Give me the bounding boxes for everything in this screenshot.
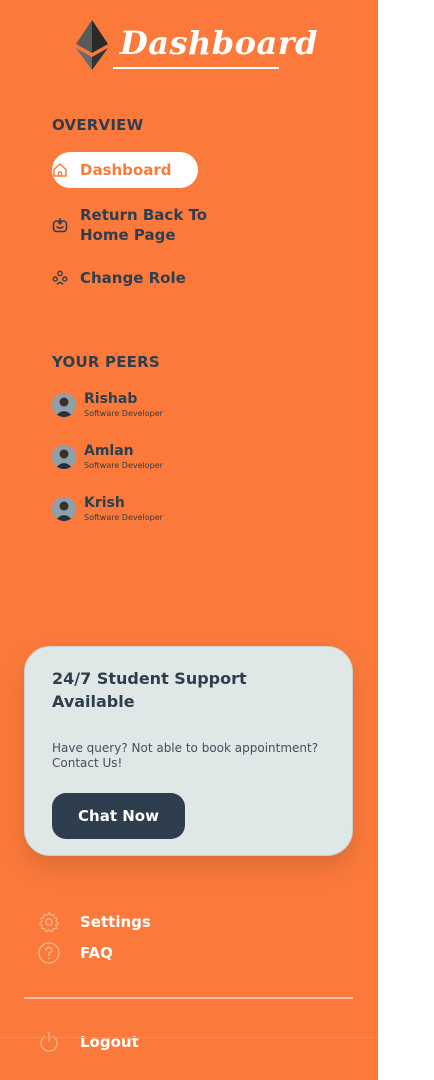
brand-title: Dashboard [120,24,318,62]
ethereum-diamond-icon [76,20,108,70]
users-group-icon [52,270,68,285]
avatar [52,445,76,469]
support-title: 24/7 Student Support Available [52,669,247,711]
peer-name: Rishab [84,391,138,407]
nav-change-role[interactable]: Change Role [52,269,186,287]
nav-dashboard[interactable]: Dashboard [52,152,198,188]
nav-return-home[interactable]: Return Back To Home Page [52,205,210,245]
support-card: 24/7 Student Support Available Have quer… [24,646,353,856]
nav-dashboard-label: Dashboard [80,161,172,179]
help-circle-icon [38,942,60,964]
peer-item-krish[interactable]: Krish Software Developer [52,495,163,524]
chat-now-button[interactable]: Chat Now [52,793,185,839]
nav-change-role-label: Change Role [80,269,186,287]
peers-heading: YOUR PEERS [52,353,160,371]
avatar [52,393,76,417]
peer-role: Software Developer [84,409,163,418]
power-icon [40,1032,58,1052]
settings-link[interactable]: Settings [38,911,151,933]
overview-heading: OVERVIEW [52,116,144,134]
logout-link[interactable]: Logout [38,1031,139,1053]
inbox-return-icon [52,218,68,233]
sidebar: Dashboard OVERVIEW Dashboard Return Back… [0,0,378,1080]
faq-label: FAQ [80,944,113,962]
bottom-divider [0,1037,378,1038]
divider [24,997,353,999]
peer-role: Software Developer [84,461,163,470]
brand-underline [113,67,279,69]
gear-icon [38,911,60,933]
settings-label: Settings [80,913,151,931]
support-text: Have query? Not able to book appointment… [52,741,319,770]
avatar [52,497,76,521]
logout-label: Logout [80,1033,139,1051]
peer-name: Krish [84,495,125,511]
peer-name: Amlan [84,443,134,459]
peer-item-amlan[interactable]: Amlan Software Developer [52,443,163,472]
peer-item-rishab[interactable]: Rishab Software Developer [52,391,163,420]
nav-return-home-label: Return Back To Home Page [80,206,208,244]
peer-role: Software Developer [84,513,163,522]
faq-link[interactable]: FAQ [38,942,113,964]
home-icon [53,163,67,177]
brand[interactable]: Dashboard [76,20,317,72]
